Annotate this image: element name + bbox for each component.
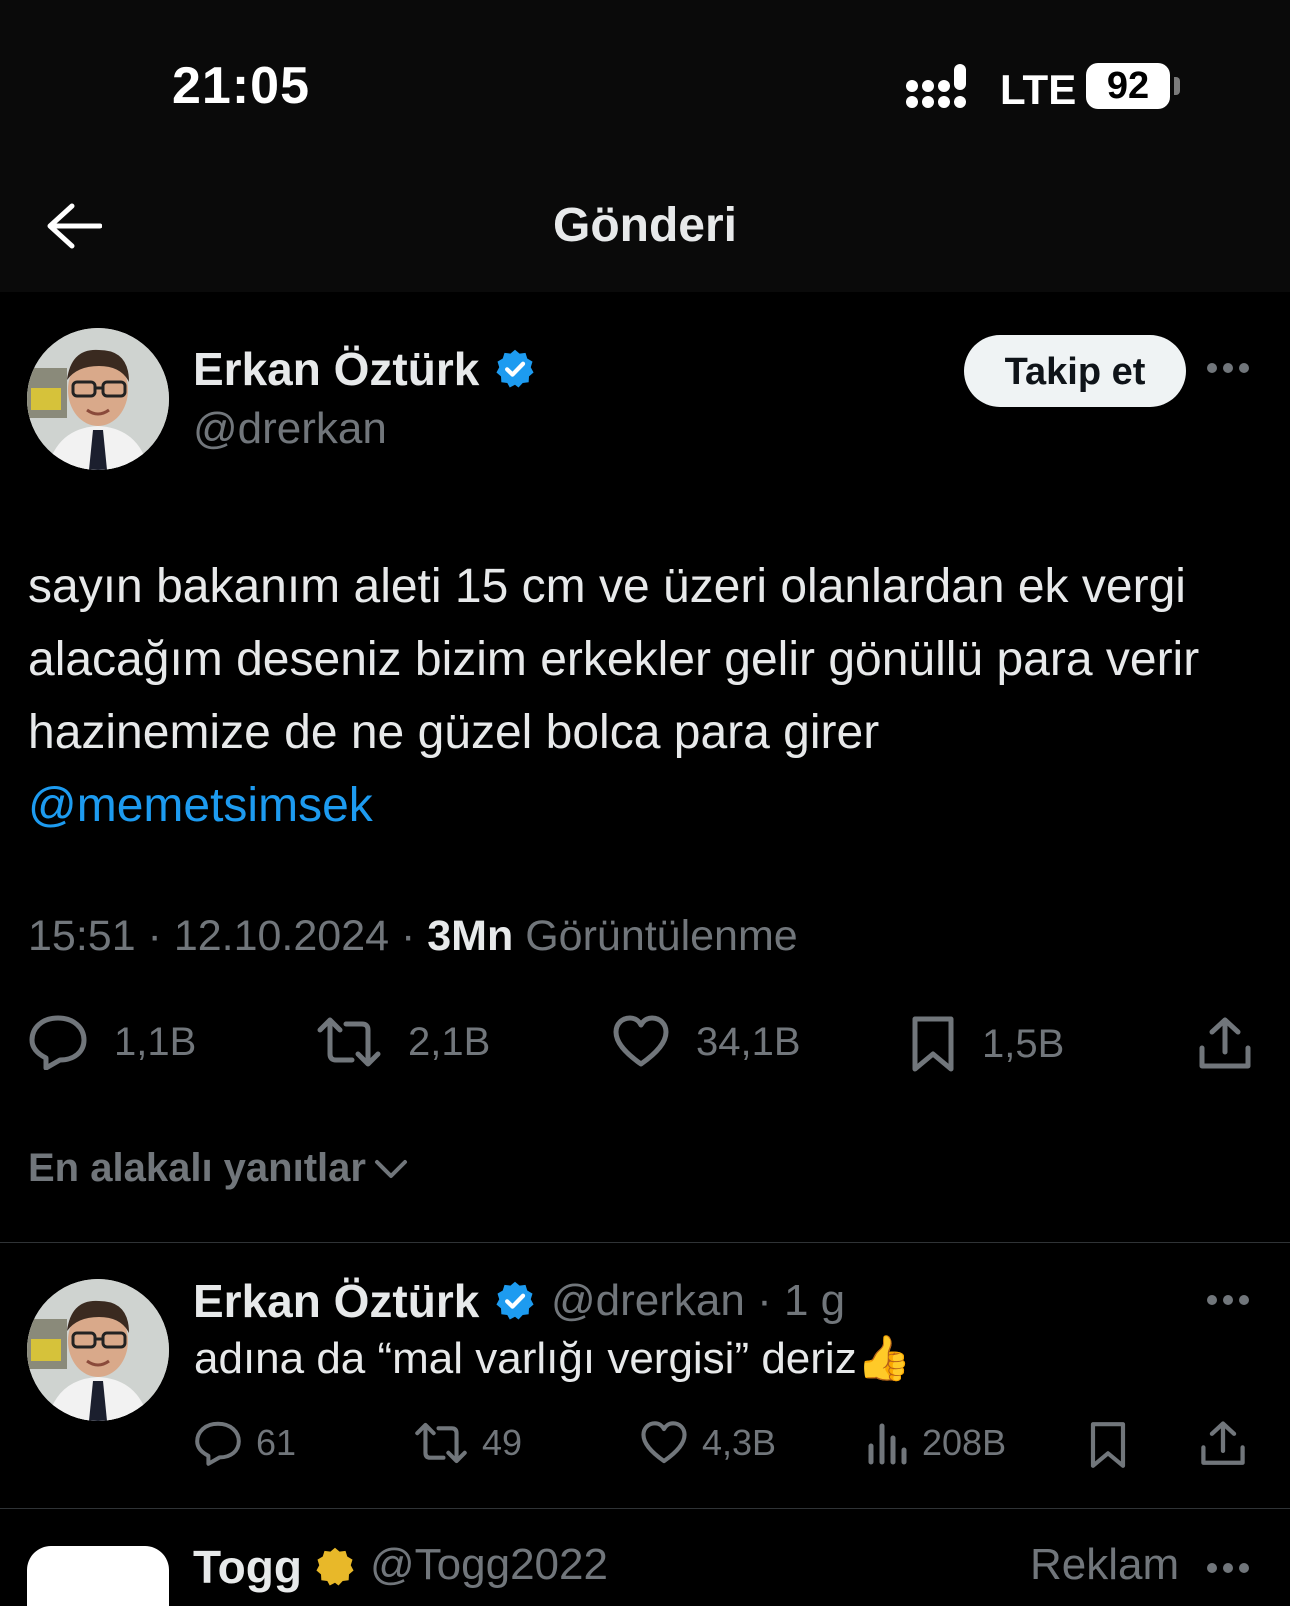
follow-button[interactable]: Takip et bbox=[964, 335, 1186, 407]
bookmark-count: 1,5B bbox=[982, 1021, 1065, 1066]
bookmark-icon[interactable] bbox=[1088, 1420, 1128, 1470]
battery-tip bbox=[1174, 77, 1180, 95]
avatar[interactable] bbox=[27, 328, 169, 470]
reply-like-button[interactable]: 4,3B bbox=[640, 1420, 776, 1466]
verified-gold-badge-icon bbox=[316, 1547, 354, 1586]
bookmark-button[interactable]: 1,5B bbox=[910, 1014, 1064, 1074]
reply-reply-button[interactable]: 61 bbox=[194, 1420, 296, 1466]
like-count: 34,1B bbox=[696, 1019, 801, 1064]
reply-like-count: 4,3B bbox=[702, 1422, 777, 1463]
reply-button[interactable]: 1,1B bbox=[28, 1014, 196, 1070]
ad-author-name[interactable]: Togg bbox=[193, 1540, 302, 1594]
network-type: LTE bbox=[1000, 66, 1077, 113]
views-label: Görüntülenme bbox=[525, 912, 798, 960]
tweet-body: sayın bakanım aleti 15 cm ve üzeri olanl… bbox=[28, 560, 1200, 759]
reply-author-name[interactable]: Erkan Öztürk bbox=[193, 1274, 479, 1328]
thumbs-up-emoji: 👍 bbox=[856, 1334, 912, 1383]
retweet-button[interactable]: 2,1B bbox=[316, 1014, 490, 1070]
retweet-icon bbox=[317, 1017, 381, 1067]
divider bbox=[0, 1508, 1290, 1509]
author-handle[interactable]: @drerkan bbox=[193, 404, 387, 454]
reply-retweet-button[interactable]: 49 bbox=[414, 1420, 522, 1466]
divider bbox=[0, 1242, 1290, 1243]
reply-text: adına da “mal varlığı vergisi” deriz👍 bbox=[194, 1332, 912, 1384]
replies-sort-dropdown[interactable]: En alakalı yanıtlar bbox=[28, 1146, 408, 1191]
like-icon bbox=[641, 1421, 687, 1464]
ad-handle[interactable]: @Togg2022 bbox=[370, 1540, 608, 1590]
share-icon[interactable] bbox=[1198, 1016, 1252, 1072]
signal-icon bbox=[906, 64, 966, 108]
ad-label: Reklam bbox=[1030, 1540, 1180, 1589]
views-count: 3Mn bbox=[427, 912, 514, 960]
retweet-icon bbox=[415, 1422, 467, 1464]
share-icon[interactable] bbox=[1200, 1420, 1246, 1468]
tweet-text: sayın bakanım aleti 15 cm ve üzeri olanl… bbox=[28, 550, 1268, 842]
like-icon bbox=[613, 1015, 669, 1067]
reply-retweet-count: 49 bbox=[482, 1422, 523, 1463]
author-name[interactable]: Erkan Öztürk bbox=[193, 342, 479, 396]
reply-icon bbox=[29, 1015, 87, 1070]
more-options-icon[interactable] bbox=[1206, 362, 1250, 374]
tweet-meta: 15:51 · 12.10.2024 · 3Mn Görüntülenme bbox=[28, 912, 798, 960]
verified-badge-icon bbox=[496, 1281, 534, 1320]
verified-badge-icon bbox=[496, 349, 534, 388]
views-icon bbox=[868, 1423, 907, 1465]
tweet-time[interactable]: 15:51 bbox=[28, 912, 136, 960]
replies-sort-label: En alakalı yanıtlar bbox=[28, 1146, 366, 1190]
reply-views-count: 208B bbox=[922, 1422, 1007, 1463]
status-time: 21:05 bbox=[172, 57, 310, 115]
reply-count: 1,1B bbox=[114, 1019, 197, 1064]
chevron-down-icon bbox=[374, 1159, 407, 1178]
reply-icon bbox=[195, 1421, 241, 1466]
reply-body: adına da “mal varlığı vergisi” deriz bbox=[194, 1334, 857, 1383]
reply-views-button[interactable]: 208B bbox=[866, 1420, 1006, 1466]
reply-handle-time[interactable]: @drerkan · 1 g bbox=[551, 1276, 845, 1326]
bookmark-icon bbox=[912, 1016, 954, 1072]
more-options-icon[interactable] bbox=[1206, 1562, 1250, 1574]
more-options-icon[interactable] bbox=[1206, 1294, 1250, 1306]
tweet-date[interactable]: 12.10.2024 bbox=[174, 912, 389, 960]
reply-avatar[interactable] bbox=[27, 1279, 169, 1421]
battery-indicator: 92 bbox=[1086, 63, 1170, 109]
reply-reply-count: 61 bbox=[256, 1422, 297, 1463]
ad-avatar[interactable] bbox=[27, 1546, 169, 1606]
mention-link[interactable]: @memetsimsek bbox=[28, 779, 373, 832]
page-title: Gönderi bbox=[552, 199, 737, 252]
retweet-count: 2,1B bbox=[408, 1019, 491, 1064]
like-button[interactable]: 34,1B bbox=[612, 1014, 801, 1070]
